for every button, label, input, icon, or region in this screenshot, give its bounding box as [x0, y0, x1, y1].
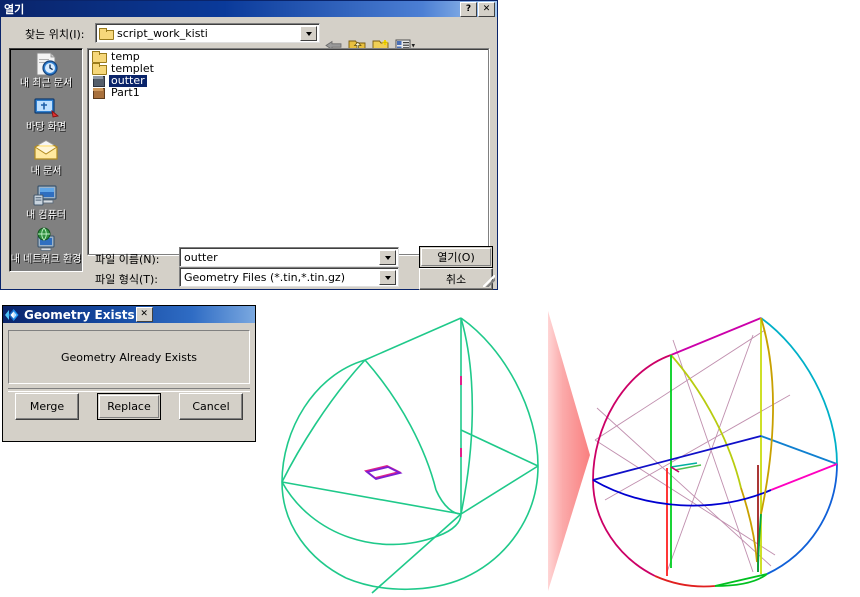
sidebar-item-my-computer[interactable]: 내 컴퓨터 — [10, 181, 82, 225]
file-name: Part1 — [111, 86, 140, 99]
lookin-row: 찾는 위치(I): script_work_kisti — [9, 23, 491, 43]
sidebar-item-label: 내 네트워크 환경 — [10, 254, 82, 265]
list-item-selected[interactable]: outter — [90, 75, 486, 87]
my-computer-icon — [32, 183, 60, 209]
multi-color-geometry-view[interactable] — [575, 300, 860, 597]
filename-value: outter — [184, 250, 218, 264]
open-button[interactable]: 열기(O) — [419, 246, 493, 268]
sidebar-item-recent-documents[interactable]: 내 최근 문서 — [10, 49, 82, 93]
chevron-down-icon[interactable] — [379, 270, 396, 285]
recent-documents-icon — [32, 51, 60, 77]
file-list: temp templet outter Part1 — [90, 51, 486, 99]
sidebar-item-my-documents[interactable]: 내 문서 — [10, 137, 82, 181]
help-button[interactable]: ? — [460, 1, 477, 17]
sidebar-item-label: 내 컴퓨터 — [26, 210, 66, 221]
filename-input[interactable]: outter — [179, 247, 399, 267]
open-button-label: 열기(O) — [437, 251, 475, 264]
desktop-icon — [32, 95, 60, 121]
cancel-button-label: Cancel — [192, 400, 230, 413]
folder-icon — [92, 63, 107, 75]
geometry-file-icon — [92, 75, 107, 87]
cancel-button[interactable]: 취소 — [419, 268, 493, 290]
lookin-value: script_work_kisti — [117, 26, 208, 40]
geometry-dialog-titlebar[interactable]: Geometry Exists ✕ — [3, 306, 255, 323]
merge-button-label: Merge — [29, 400, 65, 413]
geometry-dialog-title: Geometry Exists — [24, 307, 135, 322]
chevron-down-icon[interactable] — [379, 250, 396, 265]
open-dialog-body: 찾는 위치(I): script_work_kisti 내 최근 문서 바탕 화… — [1, 17, 497, 290]
filetype-label: 파일 형식(T): — [95, 273, 158, 286]
places-bar: 내 최근 문서 바탕 화면 내 문서 내 컴퓨터 내 네트워크 환경 — [9, 48, 83, 272]
close-icon[interactable]: ✕ — [135, 307, 153, 322]
network-places-icon — [32, 227, 60, 253]
geometry-exists-dialog: Geometry Exists ✕ Geometry Already Exist… — [2, 305, 256, 442]
folder-icon — [92, 51, 107, 63]
replace-button[interactable]: Replace — [97, 393, 161, 420]
chevron-down-icon[interactable] — [300, 26, 317, 41]
lookin-combobox[interactable]: script_work_kisti — [95, 23, 320, 43]
merge-button[interactable]: Merge — [15, 393, 79, 420]
sidebar-item-label: 내 문서 — [30, 166, 62, 177]
open-dialog-titlebar[interactable]: 열기 ? ✕ — [1, 1, 497, 17]
filetype-select[interactable]: Geometry Files (*.tin,*.tin.gz) — [179, 267, 399, 287]
cancel-button-label: 취소 — [445, 273, 467, 286]
sidebar-item-desktop[interactable]: 바탕 화면 — [10, 93, 82, 137]
sidebar-item-label: 내 최근 문서 — [19, 78, 73, 89]
open-file-dialog: 열기 ? ✕ 찾는 위치(I): script_work_kisti 내 최근 … — [0, 0, 498, 290]
open-dialog-title: 열기 — [4, 3, 25, 16]
app-diamond-icon — [5, 308, 20, 322]
resize-grip[interactable] — [483, 275, 495, 287]
sidebar-item-network-places[interactable]: 내 네트워크 환경 — [10, 225, 82, 269]
file-list-panel[interactable]: temp templet outter Part1 — [87, 48, 489, 255]
single-color-geometry-view[interactable] — [268, 300, 568, 597]
cancel-button[interactable]: Cancel — [179, 393, 243, 420]
filetype-value: Geometry Files (*.tin,*.tin.gz) — [184, 270, 345, 284]
folder-icon — [99, 27, 114, 40]
list-item[interactable]: templet — [90, 63, 486, 75]
close-icon[interactable]: ✕ — [478, 1, 495, 17]
list-item[interactable]: Part1 — [90, 87, 486, 99]
filename-label: 파일 이름(N): — [95, 253, 160, 266]
geometry-message: Geometry Already Exists — [61, 350, 197, 364]
my-documents-icon — [32, 139, 60, 165]
lookin-label: 찾는 위치(I): — [25, 28, 85, 41]
geometry-message-box: Geometry Already Exists — [8, 330, 250, 384]
sidebar-item-label: 바탕 화면 — [26, 122, 66, 133]
divider — [8, 388, 250, 392]
geometry-file-icon — [92, 87, 107, 99]
